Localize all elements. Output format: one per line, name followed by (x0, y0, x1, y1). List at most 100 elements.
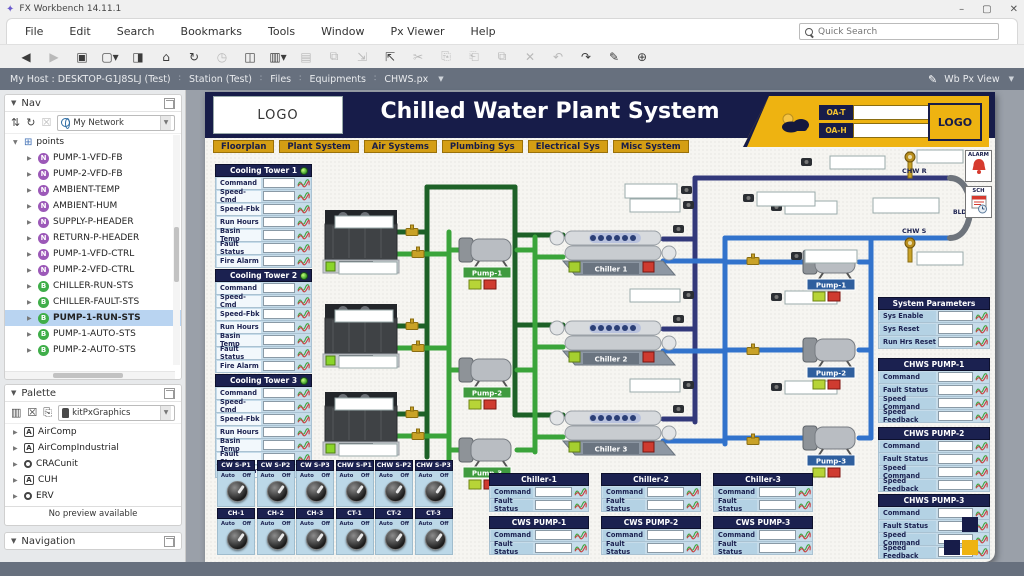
breadcrumb-equipments[interactable]: Equipments (309, 74, 366, 85)
param-value-box[interactable] (759, 530, 796, 540)
hmi-tab-electrical-sys[interactable]: Electrical Sys (528, 140, 608, 153)
value-box[interactable] (335, 216, 393, 228)
param-value-box[interactable] (938, 454, 973, 464)
param-value-box[interactable] (263, 388, 295, 398)
param-value-box[interactable] (263, 243, 295, 253)
paste-special-icon[interactable]: ⎘ (43, 406, 52, 420)
trend-icon[interactable] (798, 543, 811, 554)
tree-item-pump-1-vfd-fb[interactable]: ▶NPUMP-1-VFD-FB (5, 150, 181, 166)
param-value-box[interactable] (938, 385, 973, 395)
breadcrumb-chws-px[interactable]: CHWS.px (384, 74, 428, 85)
param-value-box[interactable] (938, 441, 973, 451)
minimize-button[interactable]: – (959, 4, 964, 15)
menu-bookmarks[interactable]: Bookmarks (181, 25, 242, 38)
value-box[interactable] (785, 201, 837, 214)
toolbar-split-view-icon[interactable]: ◫ (238, 50, 262, 64)
value-box[interactable] (625, 184, 677, 198)
trend-icon[interactable] (297, 296, 310, 307)
trend-icon[interactable] (975, 480, 988, 491)
trend-icon[interactable] (297, 348, 310, 359)
param-value-box[interactable] (938, 398, 973, 408)
tree-item-pump-1-vfd-ctrl[interactable]: ▶NPUMP-1-VFD-CTRL (5, 246, 181, 262)
param-value-box[interactable] (535, 530, 572, 540)
caret-collapsed-icon[interactable]: ▶ (13, 477, 20, 484)
quick-search-input[interactable] (818, 27, 978, 37)
toolbar-view-dropdown-icon[interactable]: ▢▾ (98, 50, 122, 64)
toolbar-redo-icon[interactable]: ↷ (574, 50, 598, 64)
network-select[interactable]: My Network ▼ (57, 115, 175, 131)
trend-icon[interactable] (975, 467, 988, 478)
value-box[interactable] (917, 252, 963, 265)
param-value-box[interactable] (263, 348, 295, 358)
trend-icon[interactable] (686, 487, 699, 498)
value-box[interactable] (630, 289, 680, 302)
schedule-button[interactable]: SCH (965, 186, 992, 218)
rotary-switch-knob[interactable] (227, 529, 248, 550)
value-box[interactable] (805, 250, 857, 263)
toolbar-open-folder-icon[interactable]: ▥▾ (266, 50, 290, 64)
param-value-box[interactable] (263, 427, 295, 437)
sort-icon[interactable]: ⇅ (11, 116, 20, 129)
trend-icon[interactable] (975, 441, 988, 452)
edit-view-icon[interactable]: ✎ (928, 73, 937, 86)
palette-item-cracunit[interactable]: ▶CRACunit (5, 456, 181, 472)
rotary-switch-knob[interactable] (306, 529, 327, 550)
navigation-panel-header[interactable]: ▼ Navigation (5, 533, 181, 550)
value-box[interactable] (630, 199, 680, 212)
param-value-box[interactable] (938, 324, 973, 334)
caret-collapsed-icon[interactable]: ▶ (27, 283, 34, 290)
trend-icon[interactable] (297, 256, 310, 267)
trend-icon[interactable] (297, 335, 310, 346)
trend-icon[interactable] (297, 401, 310, 412)
param-value-box[interactable] (263, 440, 295, 450)
caret-collapsed-icon[interactable]: ▶ (13, 461, 20, 468)
view-selector[interactable]: Wb Px View (944, 74, 999, 85)
menu-help[interactable]: Help (471, 25, 496, 38)
param-value-box[interactable] (938, 337, 973, 347)
value-box[interactable] (339, 444, 397, 456)
toolbar-home-icon[interactable]: ⌂ (154, 50, 178, 64)
value-box[interactable] (785, 291, 837, 304)
kit-select[interactable]: kitPxGraphics ▼ (58, 405, 175, 421)
trend-icon[interactable] (975, 454, 988, 465)
tree-item-pump-2-vfd-fb[interactable]: ▶NPUMP-2-VFD-FB (5, 166, 181, 182)
value-box[interactable] (757, 192, 815, 206)
trend-icon[interactable] (297, 230, 310, 241)
param-value-box[interactable] (263, 217, 295, 227)
param-value-box[interactable] (263, 361, 295, 371)
caret-collapsed-icon[interactable]: ▶ (27, 235, 34, 242)
quick-search[interactable] (799, 23, 999, 40)
palette-item-aircomp[interactable]: ▶AAirComp (5, 424, 181, 440)
param-value-box[interactable] (263, 204, 295, 214)
caret-collapsed-icon[interactable]: ▶ (13, 445, 20, 452)
popout-icon[interactable] (164, 536, 175, 547)
value-box[interactable] (335, 398, 393, 410)
menu-search[interactable]: Search (117, 25, 155, 38)
param-value-box[interactable] (263, 414, 295, 424)
rotary-switch-knob[interactable] (346, 529, 367, 550)
toolbar-web-icon[interactable]: ⊕ (630, 50, 654, 64)
tree-root-points[interactable]: ▼⊞points (5, 134, 181, 150)
palette-item-erv[interactable]: ▶ERV (5, 488, 181, 504)
hmi-tab-air-systems[interactable]: Air Systems (364, 140, 437, 153)
trend-icon[interactable] (297, 388, 310, 399)
open-palette-icon[interactable]: ▥ (11, 406, 21, 419)
alarm-button[interactable]: ALARM (965, 150, 992, 182)
trend-icon[interactable] (297, 178, 310, 189)
tree-item-pump-2-auto-sts[interactable]: ▶BPUMP-2-AUTO-STS (5, 342, 181, 358)
palette-item-cuh[interactable]: ▶ACUH (5, 472, 181, 488)
param-value-box[interactable] (938, 372, 973, 382)
trend-icon[interactable] (297, 204, 310, 215)
param-value-box[interactable] (647, 500, 684, 510)
rotary-switch-knob[interactable] (385, 529, 406, 550)
param-value-box[interactable] (535, 543, 572, 553)
trend-icon[interactable] (686, 543, 699, 554)
param-value-box[interactable] (647, 543, 684, 553)
caret-collapsed-icon[interactable]: ▶ (27, 171, 34, 178)
clear-icon[interactable]: ☒ (41, 116, 51, 129)
maximize-button[interactable]: ▢ (982, 4, 991, 15)
param-value-box[interactable] (263, 256, 295, 266)
rotary-switch-knob[interactable] (385, 481, 406, 502)
trend-icon[interactable] (975, 372, 988, 383)
caret-collapsed-icon[interactable]: ▶ (27, 187, 34, 194)
